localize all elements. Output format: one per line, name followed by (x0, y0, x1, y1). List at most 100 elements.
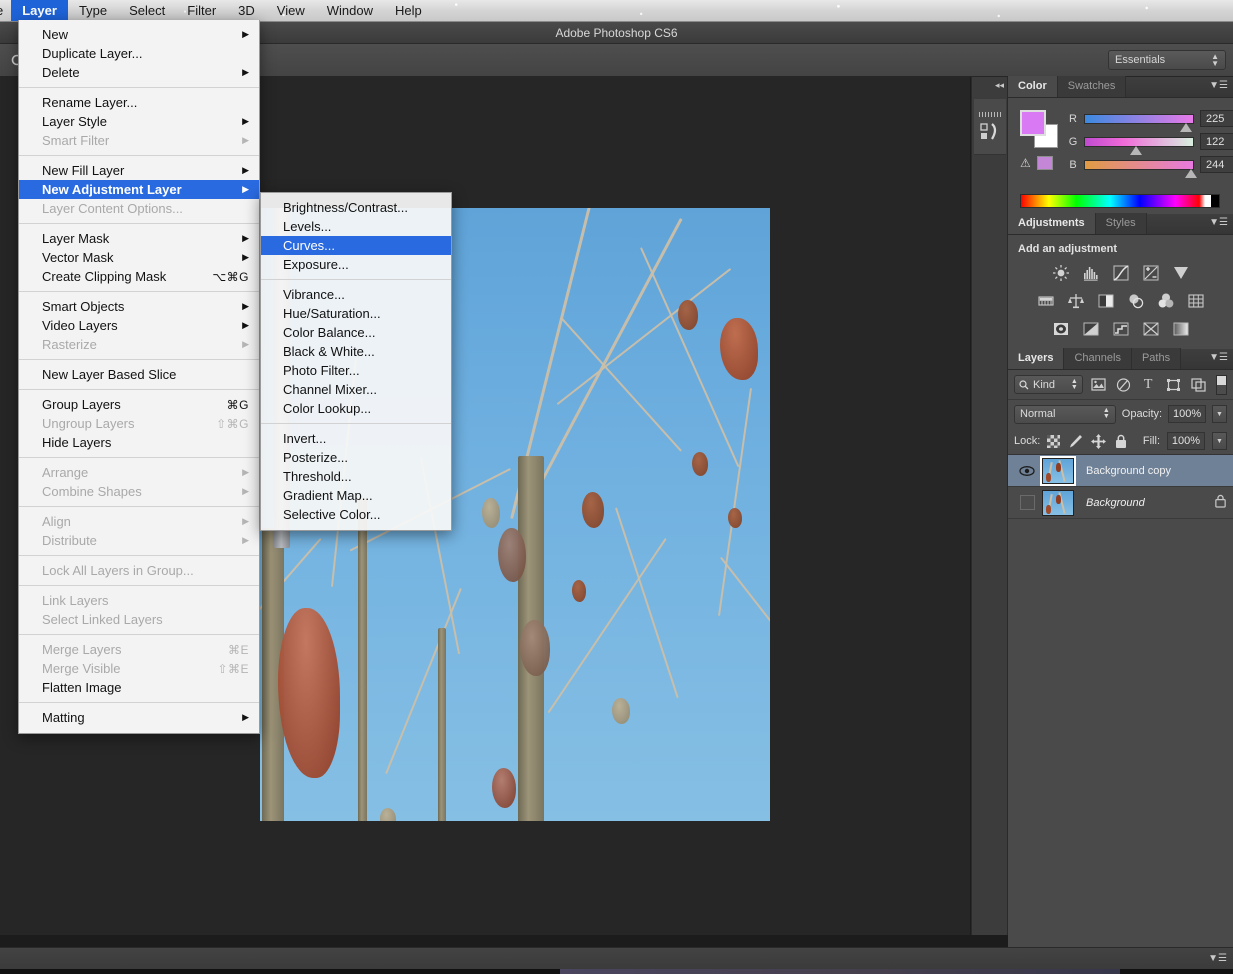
brightness-contrast-icon[interactable] (1050, 263, 1072, 283)
submenu-item-brightness-contrast[interactable]: Brightness/Contrast... (261, 198, 451, 217)
color-spectrum-ramp[interactable] (1020, 194, 1220, 208)
hue-saturation-icon[interactable] (1035, 291, 1057, 311)
blend-mode-select[interactable]: Normal ▲ ▼ (1014, 404, 1116, 424)
exposure-icon[interactable] (1140, 263, 1162, 283)
tab-channels[interactable]: Channels (1064, 348, 1132, 369)
submenu-item-threshold[interactable]: Threshold... (261, 467, 451, 486)
photo-filter-icon[interactable] (1125, 291, 1147, 311)
channel-value-g[interactable]: 122 (1200, 133, 1233, 150)
tab-swatches[interactable]: Swatches (1057, 76, 1127, 97)
filter-toggle-switch[interactable] (1215, 374, 1227, 395)
layer-kind-filter[interactable]: Kind ▲ ▼ (1014, 375, 1083, 394)
adjustment-filter-icon[interactable] (1114, 375, 1133, 395)
menu-item-hide-layers[interactable]: Hide Layers (19, 433, 259, 452)
menu-item-matting[interactable]: Matting ▶ (19, 708, 259, 727)
bottom-panel-menu-icon[interactable]: ▼☰ (1208, 954, 1227, 964)
menu-item-new-layer-based-slice[interactable]: New Layer Based Slice (19, 365, 259, 384)
menu-item-layer[interactable]: Layer (11, 0, 68, 21)
layer-thumbnail[interactable] (1040, 455, 1076, 486)
new-adjustment-layer-submenu[interactable]: Brightness/Contrast... Levels... Curves.… (260, 192, 452, 531)
gradient-map-icon[interactable] (1140, 319, 1162, 339)
menu-item-flatten-image[interactable]: Flatten Image (19, 678, 259, 697)
menu-item-window[interactable]: Window (316, 0, 384, 21)
layer-name[interactable]: Background copy (1086, 465, 1171, 477)
tab-paths[interactable]: Paths (1131, 348, 1182, 369)
vibrance-icon[interactable] (1170, 263, 1192, 283)
layer-thumbnail[interactable] (1042, 489, 1074, 516)
slider-track-g[interactable] (1084, 136, 1194, 155)
table-row[interactable]: Background (1008, 487, 1233, 519)
lock-image-icon[interactable] (1067, 433, 1083, 449)
submenu-item-selective-color[interactable]: Selective Color... (261, 505, 451, 524)
warning-triangle-icon[interactable]: ⚠ (1020, 156, 1031, 170)
lock-all-icon[interactable] (1113, 433, 1129, 449)
black-white-icon[interactable] (1095, 291, 1117, 311)
opacity-dropdown-icon[interactable]: ▼ (1212, 405, 1227, 423)
menu-item-smart-objects[interactable]: Smart Objects ▶ (19, 297, 259, 316)
layer-name[interactable]: Background (1086, 497, 1145, 509)
menu-item-rename-layer[interactable]: Rename Layer... (19, 93, 259, 112)
menu-item-delete[interactable]: Delete ▶ (19, 63, 259, 82)
submenu-item-color-lookup[interactable]: Color Lookup... (261, 399, 451, 418)
color-lookup-icon[interactable] (1185, 291, 1207, 311)
submenu-item-photo-filter[interactable]: Photo Filter... (261, 361, 451, 380)
menu-item-duplicate-layer[interactable]: Duplicate Layer... (19, 44, 259, 63)
fill-value[interactable]: 100% (1167, 432, 1205, 450)
channel-value-b[interactable]: 244 (1200, 156, 1233, 173)
submenu-item-levels[interactable]: Levels... (261, 217, 451, 236)
slider-knob-g[interactable] (1130, 145, 1143, 155)
menu-item-layer-style[interactable]: Layer Style ▶ (19, 112, 259, 131)
shape-filter-icon[interactable] (1164, 375, 1183, 395)
layers-panel-menu-icon[interactable]: ▼☰ (1209, 353, 1228, 363)
layer-visibility-toggle[interactable] (1014, 495, 1040, 510)
posterize-icon[interactable] (1080, 319, 1102, 339)
submenu-item-posterize[interactable]: Posterize... (261, 448, 451, 467)
menu-item-group-layers[interactable]: Group Layers ⌘G (19, 395, 259, 414)
menu-item-view[interactable]: View (266, 0, 316, 21)
submenu-item-hue-saturation[interactable]: Hue/Saturation... (261, 304, 451, 323)
channel-mixer-icon[interactable] (1155, 291, 1177, 311)
menu-item-3d[interactable]: 3D (227, 0, 266, 21)
workspace-selector[interactable]: Essentials ▲ ▼ (1108, 50, 1226, 70)
adjustments-panel-menu-icon[interactable]: ▼☰ (1209, 218, 1228, 228)
color-panel-menu-icon[interactable]: ▼☰ (1209, 81, 1228, 91)
slider-track-b[interactable] (1084, 159, 1198, 178)
menu-item-new-adjustment-layer[interactable]: New Adjustment Layer ▶ (19, 180, 259, 199)
web-safe-swatch[interactable] (1036, 156, 1053, 170)
submenu-item-black-and-white[interactable]: Black & White... (261, 342, 451, 361)
submenu-item-gradient-map[interactable]: Gradient Map... (261, 486, 451, 505)
smartobject-filter-icon[interactable] (1189, 375, 1208, 395)
menu-item-select[interactable]: Select (118, 0, 176, 21)
invert-icon[interactable] (1050, 319, 1072, 339)
slider-knob-b[interactable] (1185, 168, 1198, 178)
layer-visibility-toggle[interactable] (1014, 465, 1040, 477)
foreground-color-swatch[interactable] (1020, 110, 1046, 136)
layer-menu-dropdown[interactable]: New ▶ Duplicate Layer... Delete ▶ Rename… (18, 20, 260, 734)
submenu-item-invert[interactable]: Invert... (261, 429, 451, 448)
menu-item-help[interactable]: Help (384, 0, 433, 21)
menu-item-type[interactable]: Type (68, 0, 118, 21)
submenu-item-vibrance[interactable]: Vibrance... (261, 285, 451, 304)
menu-item-layer-mask[interactable]: Layer Mask ▶ (19, 229, 259, 248)
collapse-panels-icon[interactable]: ◂◂ (995, 80, 1004, 91)
color-balance-icon[interactable] (1065, 291, 1087, 311)
opacity-value[interactable]: 100% (1168, 405, 1207, 423)
pixel-filter-icon[interactable] (1089, 375, 1108, 395)
lock-position-icon[interactable] (1090, 433, 1106, 449)
menu-item-filter[interactable]: Filter (176, 0, 227, 21)
menu-item-truncated[interactable]: e (0, 0, 11, 21)
selective-color-icon[interactable] (1170, 319, 1192, 339)
tab-styles[interactable]: Styles (1095, 213, 1147, 234)
tab-adjustments[interactable]: Adjustments (1008, 213, 1096, 234)
curves-icon[interactable] (1110, 263, 1132, 283)
menu-item-new-fill-layer[interactable]: New Fill Layer ▶ (19, 161, 259, 180)
menu-item-video-layers[interactable]: Video Layers ▶ (19, 316, 259, 335)
submenu-item-color-balance[interactable]: Color Balance... (261, 323, 451, 342)
tab-layers[interactable]: Layers (1008, 348, 1065, 369)
submenu-item-exposure[interactable]: Exposure... (261, 255, 451, 274)
menu-item-new[interactable]: New ▶ (19, 25, 259, 44)
fill-dropdown-icon[interactable]: ▼ (1212, 432, 1227, 450)
menu-item-vector-mask[interactable]: Vector Mask ▶ (19, 248, 259, 267)
history-actions-icon[interactable] (974, 99, 1006, 155)
slider-knob-r[interactable] (1180, 122, 1193, 132)
